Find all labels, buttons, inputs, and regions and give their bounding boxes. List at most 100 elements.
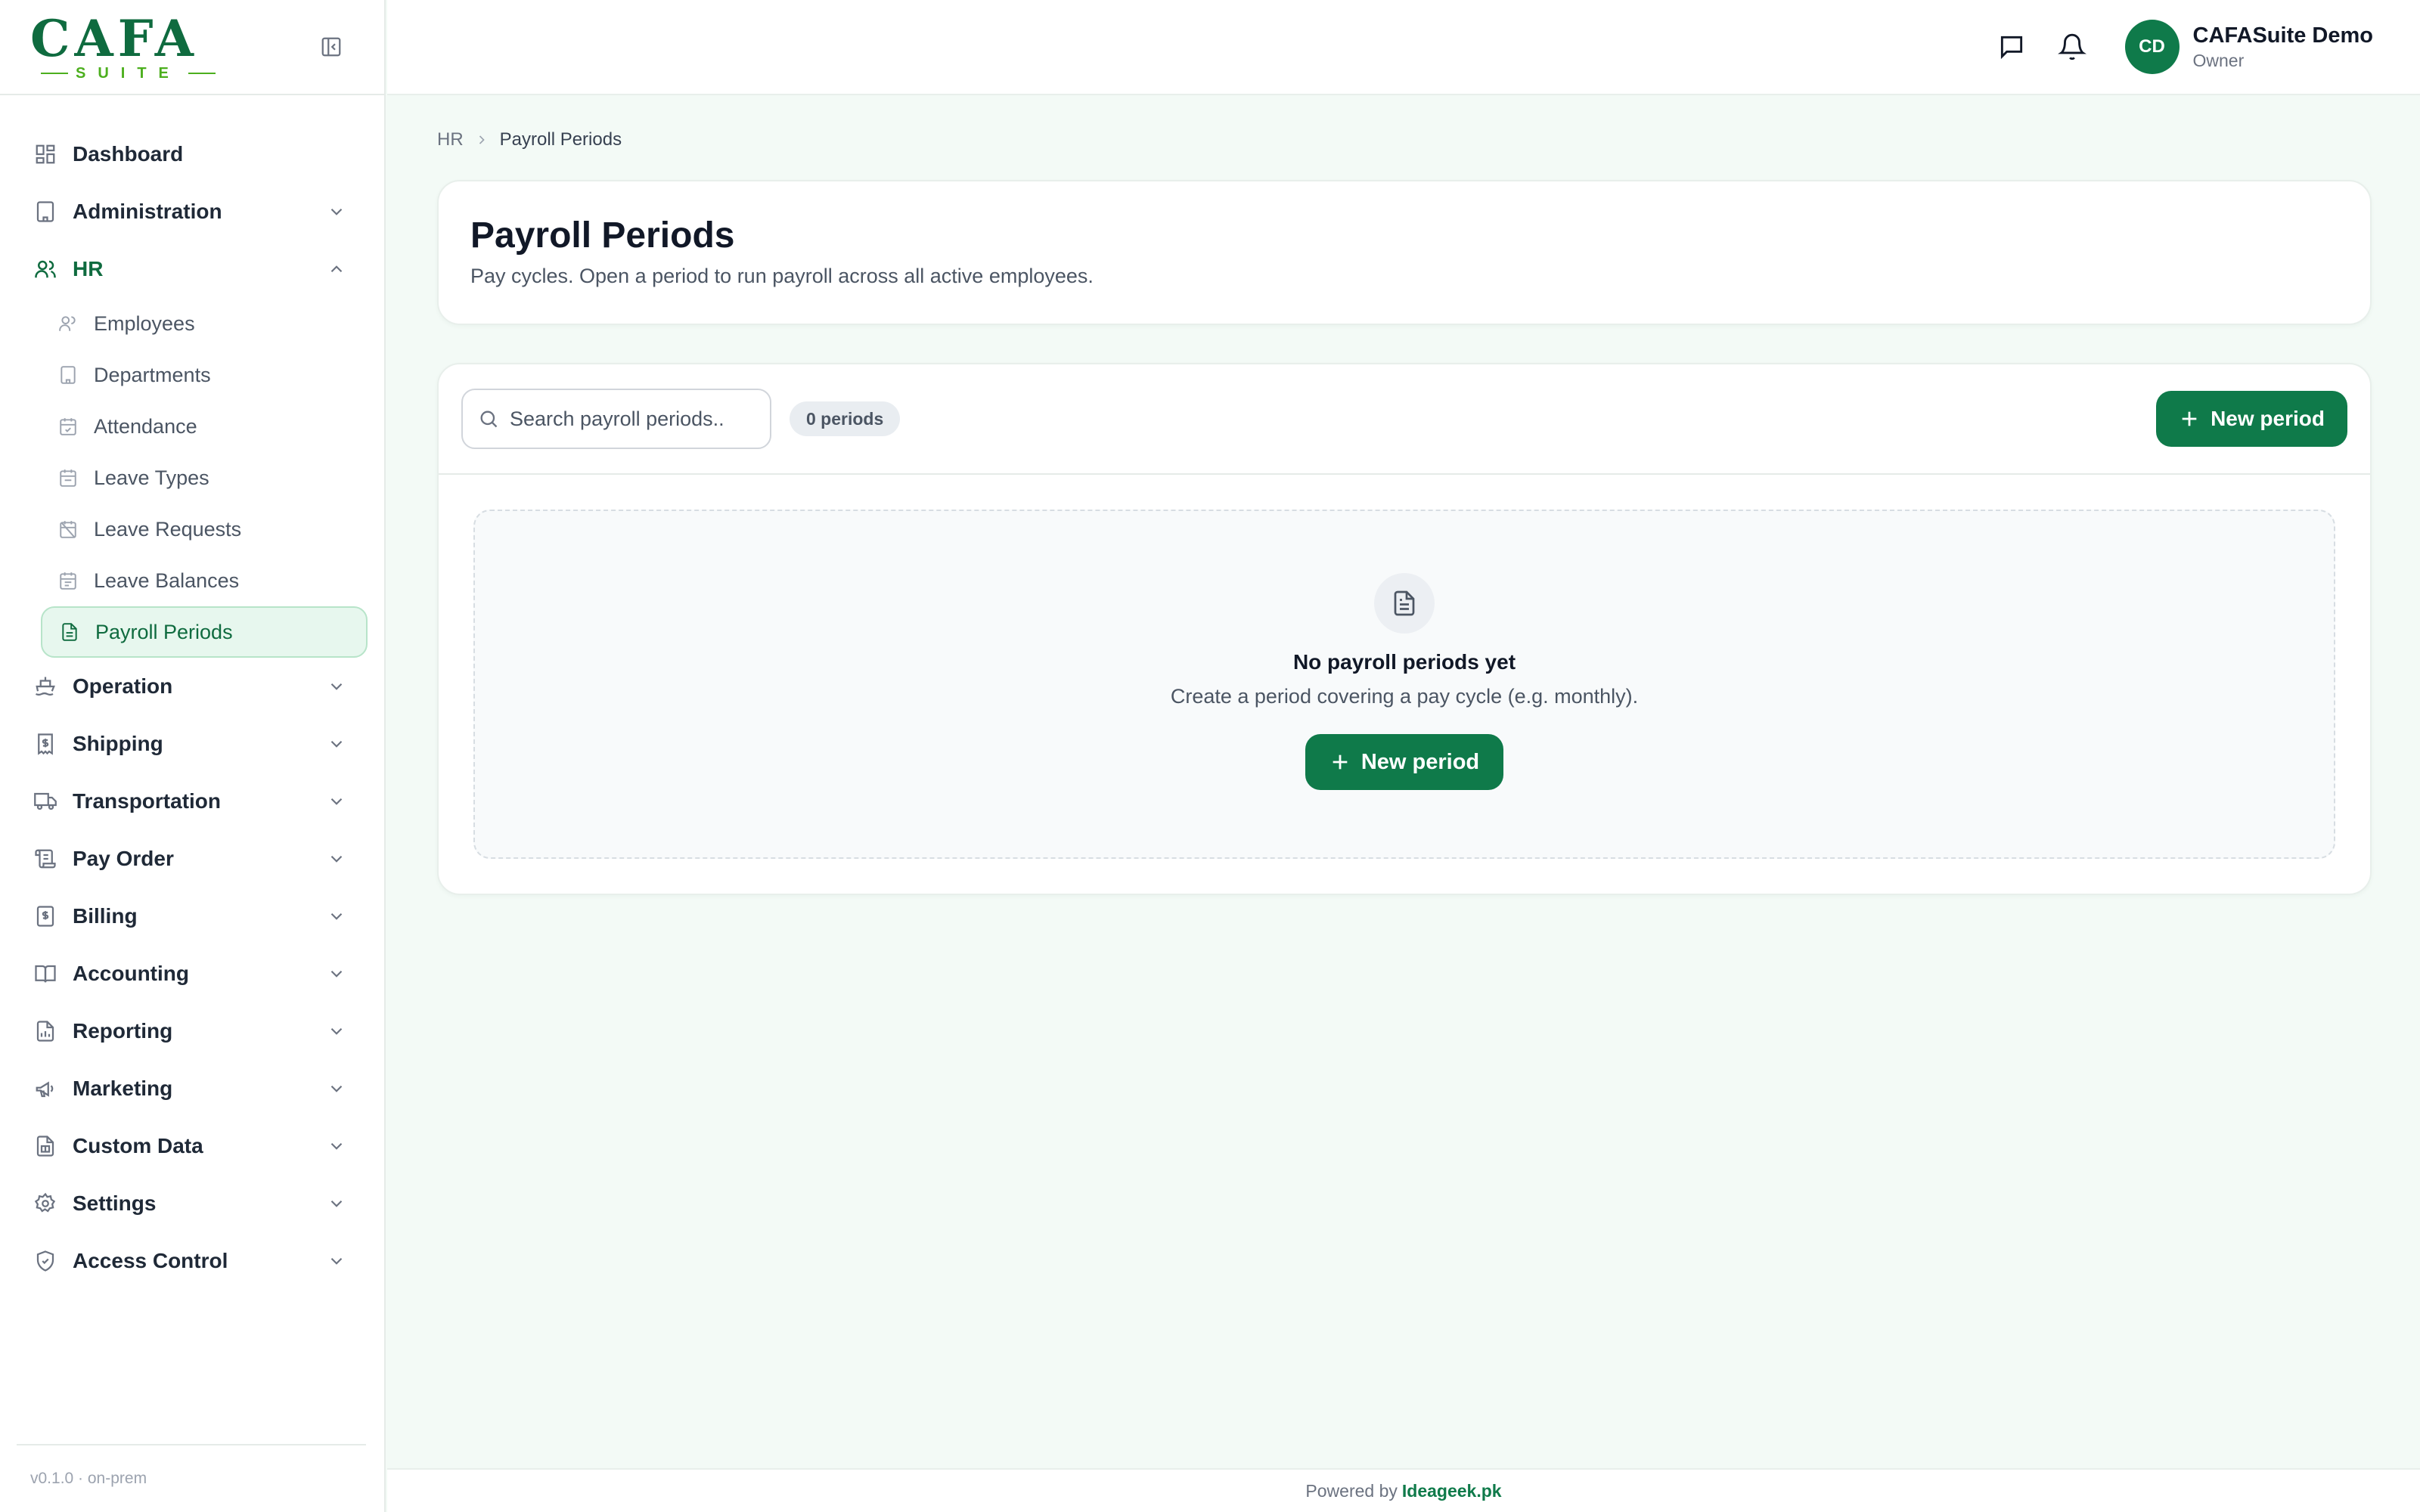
new-period-label: New period [2211,407,2325,430]
sidebar-item-label: Pay Order [73,847,174,870]
chevron-down-icon [330,208,343,215]
sidebar-item-label: Accounting [73,962,189,985]
breadcrumb: HR Payroll Periods [437,113,2372,166]
chevron-down-icon [330,970,343,978]
new-period-button[interactable]: New period [2156,391,2347,447]
sidebar-item-label: HR [73,257,104,280]
empty-new-period-label: New period [1360,749,1480,774]
sidebar-collapse-icon[interactable] [316,32,346,62]
footer-link[interactable]: Ideageek.pk [1402,1481,1502,1501]
receipt-icon [33,732,57,756]
brand-logo[interactable]: CAFA SUITE [30,12,216,82]
gear-icon [33,1191,57,1216]
chevron-down-icon [330,683,343,690]
sidebar-item-leave-types[interactable]: Leave Types [41,452,368,503]
user-menu[interactable]: CD CAFASuite Demo Owner [2124,20,2373,74]
message-icon[interactable] [1989,24,2034,70]
topbar: CD CAFASuite Demo Owner [387,0,2420,95]
chevron-down-icon [330,1257,343,1265]
sidebar-item-label: Shipping [73,732,163,755]
billing-icon [33,904,57,928]
megaphone-icon [33,1077,57,1101]
sidebar-item-employees[interactable]: Employees [41,298,368,349]
logo-text: CAFA [30,8,198,68]
calendar-check-icon [57,416,79,437]
sidebar-item-label: Departments [94,363,211,386]
scroll-icon [33,847,57,871]
sidebar-item-shipping[interactable]: Shipping [0,715,384,773]
sidebar-item-label: Attendance [94,414,197,438]
sidebar-item-label: Leave Types [94,466,209,489]
sidebar-item-marketing[interactable]: Marketing [0,1060,384,1117]
sidebar-item-hr[interactable]: HR [0,240,384,298]
main-content: HR Payroll Periods Payroll Periods Pay c… [437,95,2372,895]
empty-state-subtitle: Create a period covering a pay cycle (e.… [1170,685,1639,708]
file-text-icon [1374,573,1435,634]
ship-icon [33,674,57,699]
sidebar-item-operation[interactable]: Operation [0,658,384,715]
sidebar-item-departments[interactable]: Departments [41,349,368,401]
sidebar-item-administration[interactable]: Administration [0,183,384,240]
sidebar-item-label: Dashboard [73,142,184,166]
hr-submenu: Employees Departments Attendance Leave T… [0,298,384,658]
sidebar-item-label: Leave Requests [94,517,242,541]
sidebar-item-transportation[interactable]: Transportation [0,773,384,830]
calendar-off-icon [57,519,79,540]
sidebar-item-label: Access Control [73,1249,228,1272]
bell-icon[interactable] [2049,24,2095,70]
page-subtitle: Pay cycles. Open a period to run payroll… [470,265,1094,287]
sidebar-item-leave-requests[interactable]: Leave Requests [41,503,368,555]
sidebar-item-accounting[interactable]: Accounting [0,945,384,1002]
sidebar-item-dashboard[interactable]: Dashboard [0,125,384,183]
payroll-periods-card: 0 periods New period No payroll periods … [437,363,2372,895]
chevron-right-icon [474,132,489,147]
users-icon [33,257,57,281]
sidebar-item-payroll-periods[interactable]: Payroll Periods [41,606,368,658]
custom-data-icon [33,1134,57,1158]
chevron-down-icon [330,740,343,748]
file-text-icon [59,621,80,643]
sidebar-item-leave-balances[interactable]: Leave Balances [41,555,368,606]
sidebar-item-custom-data[interactable]: Custom Data [0,1117,384,1175]
sidebar-item-access-control[interactable]: Access Control [0,1232,384,1290]
search-input[interactable] [510,407,752,431]
chevron-down-icon [330,855,343,863]
sidebar: CAFA SUITE Dashboard Administration HR E… [0,0,386,1512]
book-icon [33,962,57,986]
sidebar-item-reporting[interactable]: Reporting [0,1002,384,1060]
sidebar-item-billing[interactable]: Billing [0,888,384,945]
sidebar-nav: Dashboard Administration HR Employees De… [0,95,384,1290]
sidebar-item-label: Administration [73,200,222,223]
list-toolbar: 0 periods New period [439,364,2370,475]
sidebar-header: CAFA SUITE [0,0,384,95]
search-box[interactable] [461,389,771,449]
sidebar-item-pay-order[interactable]: Pay Order [0,830,384,888]
sidebar-item-label: Reporting [73,1019,173,1043]
user-role: Owner [2192,51,2245,70]
sidebar-item-attendance[interactable]: Attendance [41,401,368,452]
footer-prefix: Powered by [1305,1480,1398,1501]
logo-subtext-row: SUITE [41,65,216,82]
sidebar-item-label: Leave Balances [94,569,240,592]
avatar: CD [2124,20,2180,74]
sidebar-item-label: Operation [73,674,173,698]
calendar-icon [57,570,79,591]
version-label: v0.1.0 · on-prem [17,1444,366,1512]
sidebar-item-settings[interactable]: Settings [0,1175,384,1232]
plus-icon [1329,751,1351,773]
count-badge: 0 periods [790,401,901,436]
chevron-up-icon [330,265,343,273]
truck-icon [33,789,57,813]
sidebar-item-label: Marketing [73,1077,173,1100]
user-name: CAFASuite Demo [2192,23,2373,48]
page-header-card: Payroll Periods Pay cycles. Open a perio… [437,180,2372,325]
breadcrumb-parent[interactable]: HR [437,129,464,150]
chevron-down-icon [330,1142,343,1150]
empty-new-period-button[interactable]: New period [1305,734,1504,790]
building-icon [33,200,57,224]
chevron-down-icon [330,1085,343,1092]
breadcrumb-current: Payroll Periods [499,129,622,150]
page-footer: Powered by Ideageek.pk [387,1468,2420,1512]
chevron-down-icon [330,912,343,920]
sidebar-item-label: Settings [73,1191,157,1215]
